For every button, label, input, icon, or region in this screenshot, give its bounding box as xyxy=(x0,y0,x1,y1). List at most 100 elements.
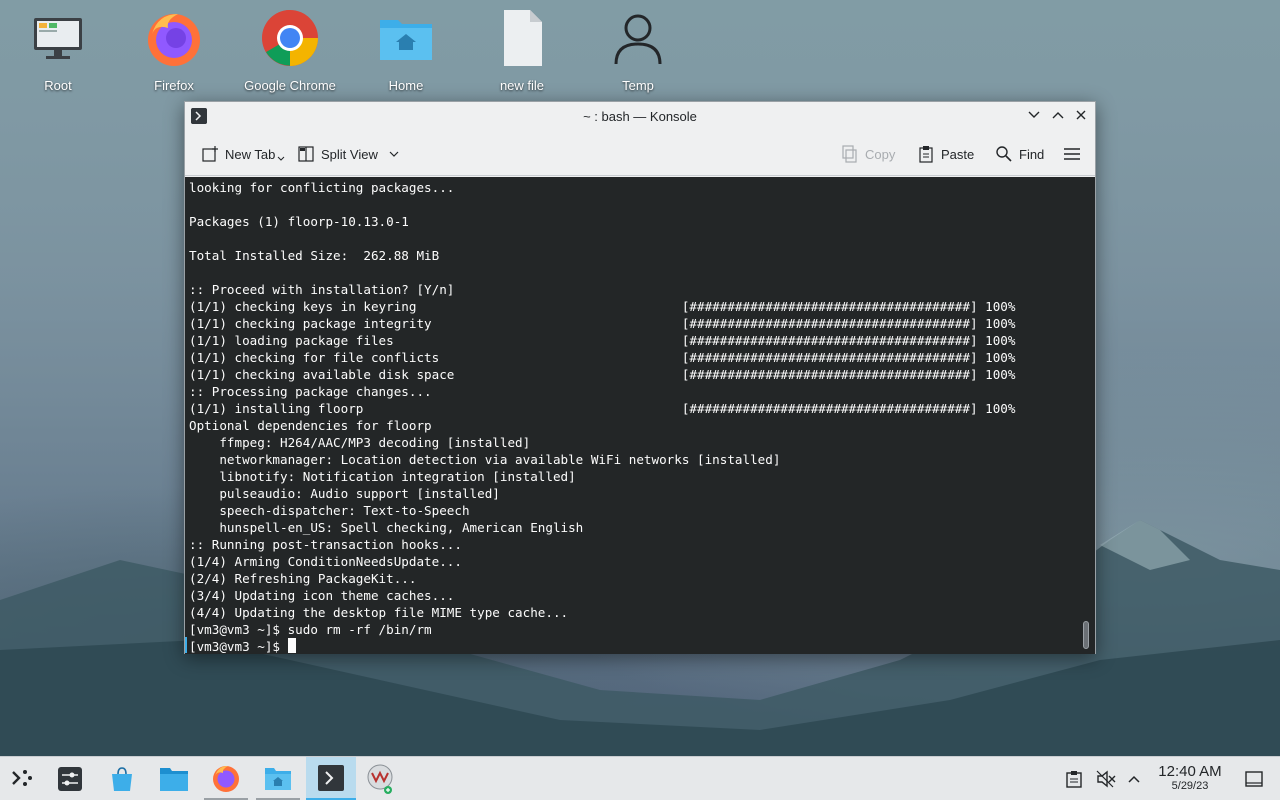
user-icon xyxy=(614,14,662,65)
terminal-scrollbar[interactable] xyxy=(1083,621,1089,649)
desktop-icon-label: Home xyxy=(388,78,424,93)
chevron-down-icon xyxy=(277,156,285,161)
taskbar: 12:40 AM 5/29/23 xyxy=(0,756,1280,800)
chevron-up-icon xyxy=(1128,775,1140,783)
close-button[interactable] xyxy=(1072,108,1090,126)
file-icon xyxy=(504,10,542,66)
terminal-line: looking for conflicting packages... xyxy=(189,180,455,195)
digital-clock[interactable]: 12:40 AM 5/29/23 xyxy=(1150,763,1230,793)
terminal-line: ffmpeg: H264/AAC/MP3 decoding [installed… xyxy=(189,435,531,450)
desktop-icon-home[interactable]: Home xyxy=(354,8,458,93)
terminal-lines: looking for conflicting packages... Packa… xyxy=(189,179,1095,638)
konsole-toolbar: New Tab Split View Copy Paste Find xyxy=(185,132,1095,176)
desktop-icon-label: Google Chrome xyxy=(244,78,336,93)
taskbar-firefox[interactable] xyxy=(204,757,248,800)
terminal-line: (1/1) checking package integrity [######… xyxy=(189,316,1016,331)
settings-icon xyxy=(58,767,82,791)
taskbar-virt-manager[interactable] xyxy=(358,757,402,800)
application-launcher[interactable] xyxy=(0,757,44,800)
home-folder-icon xyxy=(380,20,432,60)
taskbar-file-manager[interactable] xyxy=(256,757,300,800)
home-folder-icon xyxy=(265,767,291,790)
terminal-line: Optional dependencies for floorp xyxy=(189,418,432,433)
monitor-icon xyxy=(34,18,82,59)
taskbar-konsole[interactable] xyxy=(306,757,356,800)
clipboard-icon xyxy=(1066,771,1082,788)
split-view-label: Split View xyxy=(321,146,378,162)
desktop-icon-temp[interactable]: Temp xyxy=(586,8,690,93)
clock-date: 5/29/23 xyxy=(1171,780,1209,792)
desktop-icon-label: Temp xyxy=(622,78,654,93)
show-desktop-icon xyxy=(1245,771,1263,787)
terminal-line: (1/1) installing floorp [###############… xyxy=(189,401,1016,416)
desktop-icon-new-file[interactable]: new file xyxy=(470,8,574,93)
copy-label: Copy xyxy=(865,146,896,162)
volume-muted-icon xyxy=(1096,770,1116,788)
paste-button[interactable]: Paste xyxy=(917,142,974,166)
terminal-line: :: Running post-transaction hooks... xyxy=(189,537,462,552)
terminal-output[interactable]: looking for conflicting packages... Packa… xyxy=(185,177,1095,654)
tray-expand-button[interactable] xyxy=(1114,757,1154,800)
virtual-machine-icon xyxy=(367,764,393,794)
split-view-button[interactable]: Split View xyxy=(297,142,406,166)
firefox-icon xyxy=(213,765,239,792)
desktop-icon-root[interactable]: Root xyxy=(6,8,110,93)
terminal-icon xyxy=(318,764,344,791)
launcher-icon xyxy=(12,770,32,786)
desktop-icon-firefox[interactable]: Firefox xyxy=(122,8,226,93)
text-cursor xyxy=(287,638,296,653)
split-view-icon xyxy=(298,146,314,162)
chevron-up-icon xyxy=(1052,112,1064,119)
terminal-line: (3/4) Updating icon theme caches... xyxy=(189,588,455,603)
chevron-down-icon xyxy=(1028,111,1040,118)
window-title: ~ : bash — Konsole xyxy=(583,109,697,124)
minimize-button[interactable] xyxy=(1025,108,1043,126)
terminal-line: (1/1) checking for file conflicts [#####… xyxy=(189,350,1016,365)
terminal-line: (1/1) loading package files [###########… xyxy=(189,333,1016,348)
terminal-line: Packages (1) floorp-10.13.0-1 xyxy=(189,214,409,229)
find-label: Find xyxy=(1019,146,1045,162)
terminal-prompt: [vm3@vm3 ~]$ xyxy=(189,639,288,654)
new-tab-icon xyxy=(202,146,218,162)
firefox-icon xyxy=(148,14,200,66)
copy-icon xyxy=(842,145,857,163)
terminal-line: [vm3@vm3 ~]$ sudo rm -rf /bin/rm xyxy=(189,622,432,637)
clock-time: 12:40 AM xyxy=(1158,763,1222,780)
terminal-line: speech-dispatcher: Text-to-Speech xyxy=(189,503,470,518)
konsole-window[interactable]: ~ : bash — Konsole New Tab Split View Co… xyxy=(184,101,1096,654)
terminal-line: hunspell-en_US: Spell checking, American… xyxy=(189,520,584,535)
taskbar-system-settings[interactable] xyxy=(48,757,92,800)
window-titlebar[interactable]: ~ : bash — Konsole xyxy=(185,102,1095,132)
folder-icon xyxy=(160,768,188,791)
taskbar-dolphin[interactable] xyxy=(152,757,196,800)
terminal-line: :: Processing package changes... xyxy=(189,384,432,399)
find-button[interactable]: Find xyxy=(995,142,1044,166)
taskbar-discover[interactable] xyxy=(100,757,144,800)
desktop-icon-label: new file xyxy=(499,78,545,93)
chevron-down-icon xyxy=(389,151,399,157)
new-tab-label: New Tab xyxy=(225,146,276,162)
terminal-line: Total Installed Size: 262.88 MiB xyxy=(189,248,440,263)
close-icon xyxy=(1076,110,1086,120)
terminal-prompt-line: [vm3@vm3 ~]$ xyxy=(189,638,1095,654)
active-line-indicator xyxy=(185,637,187,653)
paste-icon xyxy=(919,146,933,163)
show-desktop-button[interactable] xyxy=(1234,757,1274,800)
desktop-icon-label: Firefox xyxy=(154,78,194,93)
terminal-line: (1/1) checking keys in keyring [########… xyxy=(189,299,1016,314)
store-bag-icon xyxy=(112,767,132,791)
terminal-line: (1/1) checking available disk space [###… xyxy=(189,367,1016,382)
desktop-icon-google-chrome[interactable]: Google Chrome xyxy=(238,8,342,93)
terminal-line: pulseaudio: Audio support [installed] xyxy=(189,486,500,501)
maximize-button[interactable] xyxy=(1049,108,1067,126)
terminal-line: :: Proceed with installation? [Y/n] xyxy=(189,282,455,297)
terminal-line: (1/4) Arming ConditionNeedsUpdate... xyxy=(189,554,462,569)
copy-button[interactable]: Copy xyxy=(841,142,895,166)
terminal-line: libnotify: Notification integration [ins… xyxy=(189,469,576,484)
new-tab-button[interactable]: New Tab xyxy=(201,142,285,166)
terminal-line: (4/4) Updating the desktop file MIME typ… xyxy=(189,605,569,620)
paste-label: Paste xyxy=(941,146,975,162)
hamburger-menu-button[interactable] xyxy=(1063,142,1087,166)
